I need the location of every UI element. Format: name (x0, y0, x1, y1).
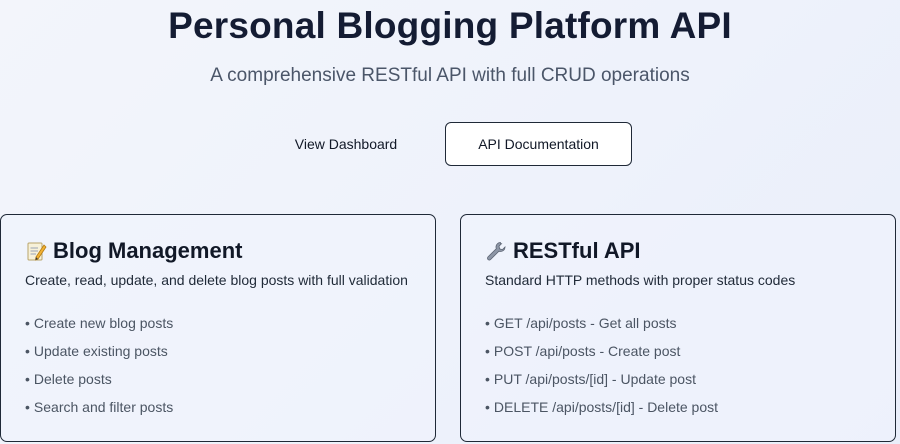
card-title-row: RESTful API (485, 237, 641, 265)
list-item: • Search and filter posts (25, 399, 174, 415)
list-item: • PUT /api/posts/[id] - Update post (485, 371, 696, 387)
view-dashboard-button[interactable]: View Dashboard (282, 122, 410, 166)
api-documentation-button[interactable]: API Documentation (445, 122, 632, 166)
card-title: RESTful API (513, 238, 641, 263)
feature-list: • Create new blog posts • Update existing … (25, 314, 173, 426)
restful-api-card: RESTful API Standard HTTP methods with p… (460, 214, 896, 442)
list-item: • Update existing posts (25, 343, 168, 359)
card-description: Create, read, update, and delete blog po… (25, 272, 408, 288)
page-subtitle: A comprehensive RESTful API with full CR… (210, 65, 690, 86)
memo-icon (27, 242, 47, 261)
list-item: • Delete posts (25, 371, 112, 387)
card-title-row: Blog Management (25, 237, 242, 265)
card-description: Standard HTTP methods with proper status… (485, 272, 796, 288)
wrench-icon (487, 242, 506, 261)
list-item: • POST /api/posts - Create post (485, 343, 681, 359)
list-item: • Create new blog posts (25, 315, 174, 331)
list-item: • GET /api/posts - Get all posts (485, 315, 677, 331)
endpoint-list: • GET /api/posts - Get all posts • POST /a… (485, 314, 718, 426)
blog-management-card: Blog Management Create, read, update, an… (0, 214, 436, 442)
card-title: Blog Management (53, 238, 243, 263)
list-item: • DELETE /api/posts/[id] - Delete post (485, 399, 719, 415)
page-title: Personal Blogging Platform API (168, 5, 732, 46)
